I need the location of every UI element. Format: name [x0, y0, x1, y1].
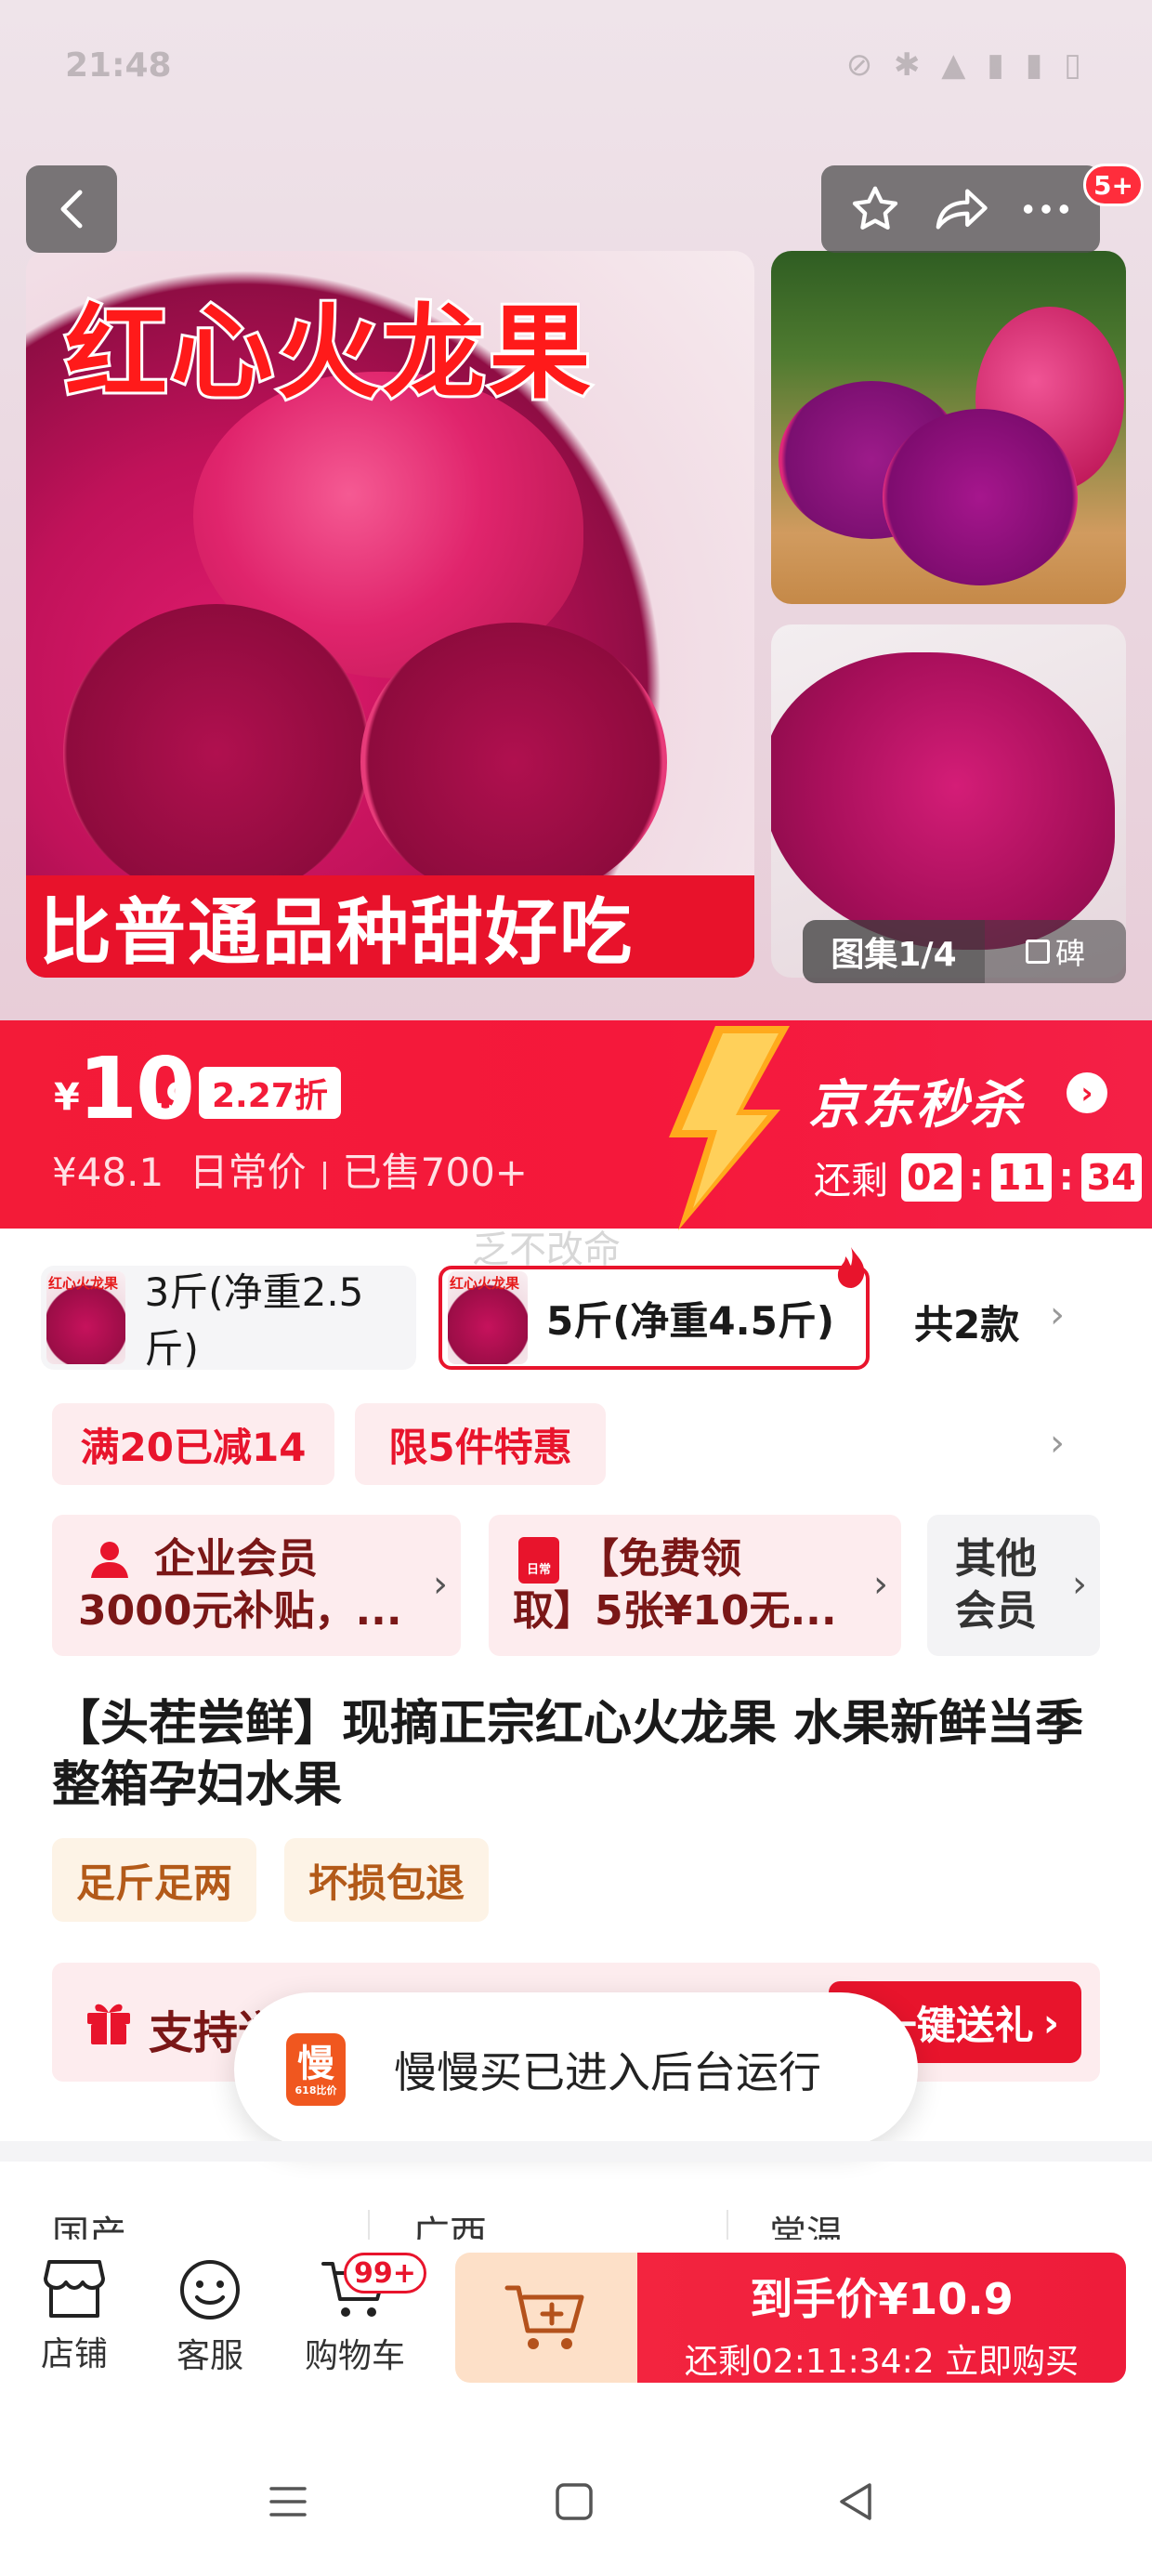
sku-option-label: 3斤(净重2.5斤): [144, 1269, 364, 1372]
logo-sub: 618比价: [295, 2084, 337, 2096]
chevron-right-icon: ›: [873, 1563, 888, 1606]
chevron-right-icon: ›: [433, 1563, 448, 1606]
product-tag[interactable]: 足斤足两: [52, 1838, 256, 1922]
card-text: 企业会员 3000元补贴，...: [78, 1533, 412, 1637]
home-square-icon[interactable]: [552, 2479, 596, 2524]
card-line-1: 【免费领: [578, 1535, 741, 1583]
card-line-2: 3000元补贴，...: [78, 1587, 402, 1635]
status-time: 21:48: [65, 46, 172, 85]
chevron-right-icon[interactable]: ›: [1050, 1422, 1065, 1465]
colon: :: [968, 1156, 984, 1199]
share-icon[interactable]: [931, 182, 990, 236]
card-text: 【免费领 取】5张¥10无...: [513, 1533, 866, 1637]
original-price-label: 日常价: [189, 1150, 307, 1195]
system-navigation-bar: [0, 2435, 1152, 2576]
original-price: ¥48.1: [52, 1150, 164, 1195]
chevron-right-icon: ›: [1072, 1563, 1087, 1606]
card-line-2: 会员: [955, 1587, 1037, 1635]
cart-label: 购物车: [304, 2337, 405, 2375]
notification-badge: 5+: [1083, 164, 1144, 206]
chevron-right-icon[interactable]: ›: [1050, 1294, 1065, 1336]
sku-count[interactable]: 共2款: [914, 1294, 1019, 1350]
cart-count-badge: 99+: [344, 2253, 426, 2293]
sold-count: 已售700+: [342, 1150, 528, 1195]
countdown-label: 还剩: [814, 1160, 888, 1203]
flame-icon: [837, 1247, 865, 1288]
gallery-extra-button[interactable]: 碑: [985, 920, 1126, 983]
buy-countdown-text: 还剩02:11:34:2 立即购买: [684, 2343, 1080, 2381]
seckill-countdown: 还剩 02 : 11 : 34: [814, 1150, 1142, 1204]
buy-now-button[interactable]: 到手价¥10.9 还剩02:11:34:2 立即购买: [637, 2253, 1126, 2383]
countdown-seconds: 34: [1080, 1153, 1142, 1202]
menu-icon[interactable]: [266, 2479, 310, 2524]
background-run-toast: 慢 618比价 慢慢买已进入后台运行: [234, 1992, 918, 2147]
store-label: 店铺: [40, 2335, 108, 2373]
discount-badge: 2.27折: [199, 1067, 341, 1119]
smiley-icon: [180, 2260, 240, 2320]
promo-tag-discount[interactable]: 满20已减14: [52, 1403, 334, 1485]
card-line-2: 取】5张¥10无...: [513, 1587, 837, 1635]
image-caption-text: 比普通品种甜好吃: [26, 875, 754, 978]
add-to-cart-button[interactable]: [455, 2253, 637, 2383]
countdown-minutes: 11: [990, 1153, 1052, 1202]
logo-char: 慢: [297, 2043, 334, 2085]
back-button[interactable]: [26, 165, 117, 253]
main-product-image[interactable]: 红心火龙果 比普通品种甜好吃: [26, 251, 754, 978]
product-tag[interactable]: 坏损包退: [284, 1838, 489, 1922]
add-cart-icon: [504, 2285, 584, 2349]
seckill-title[interactable]: 京东秒杀: [808, 1063, 1024, 1138]
gallery-thumb-1[interactable]: [771, 251, 1126, 604]
chevron-left-icon: [60, 190, 83, 229]
toast-message: 慢慢买已进入后台运行: [394, 2047, 821, 2097]
other-member-card[interactable]: 其他 会员 ›: [927, 1515, 1100, 1656]
card-line-1: 企业会员: [154, 1535, 318, 1583]
fruit-half-right: [360, 623, 667, 901]
checkbox-icon: [1025, 940, 1050, 964]
sku-option-1[interactable]: 红心火龙果 3斤(净重2.5斤): [41, 1266, 416, 1372]
gift-icon: [87, 2004, 130, 2044]
top-action-pill: [821, 165, 1100, 253]
section-divider: [0, 2141, 1152, 2162]
thumb-fruit-c: [883, 409, 1078, 585]
more-icon[interactable]: [1019, 182, 1073, 236]
store-icon: [44, 2260, 105, 2318]
card-text: 其他 会员: [955, 1533, 1057, 1637]
product-title: 【头茬尝鲜】现摘正宗红心火龙果 水果新鲜当季整箱孕妇水果: [52, 1696, 1084, 1813]
gallery-counter[interactable]: 图集1/4: [803, 920, 985, 983]
image-title-text: 红心火龙果: [62, 291, 595, 415]
lightning-icon: [669, 1026, 790, 1230]
gallery-extra-label: 碑: [1054, 936, 1085, 971]
star-icon[interactable]: [848, 182, 902, 236]
price-currency: ¥: [54, 1076, 80, 1119]
back-triangle-icon[interactable]: [834, 2479, 879, 2524]
colon: :: [1058, 1156, 1074, 1199]
sku-thumbnail: 红心火龙果: [46, 1271, 126, 1364]
enterprise-member-card[interactable]: 企业会员 3000元补贴，... ›: [52, 1515, 461, 1656]
chevron-right-icon[interactable]: ›: [1067, 1072, 1107, 1113]
price-banner: ¥ 10 .9 2.27折 ¥48.1 日常价 已售700+ 京东秒杀 › 还剩 …: [0, 1020, 1152, 1230]
thumb-fruit-cut: [771, 652, 1115, 950]
fruit-half-left: [63, 604, 370, 901]
card-line-1: 其他: [955, 1535, 1037, 1583]
manmanmai-logo-icon: 慢 618比价: [286, 2033, 346, 2106]
status-icons: ⊘ ✱ ▲ ▮ ▮ ▯: [845, 46, 1087, 84]
sku-thumb-text: 红心火龙果: [48, 1275, 119, 1292]
divider: [322, 1161, 326, 1189]
sku-thumbnail: 红心火龙果: [448, 1271, 528, 1364]
sku-option-label: 5斤(净重4.5斤): [546, 1297, 835, 1344]
customer-service-button[interactable]: 客服: [154, 2258, 266, 2377]
store-button[interactable]: 店铺: [19, 2258, 130, 2375]
status-bar: 21:48 ⊘ ✱ ▲ ▮ ▮ ▯: [0, 37, 1152, 102]
service-label: 客服: [176, 2337, 243, 2375]
sku-option-2-selected[interactable]: 红心火龙果 5斤(净重4.5斤): [439, 1266, 870, 1370]
promo-tag-limit[interactable]: 限5件特惠: [355, 1403, 606, 1485]
countdown-hours: 02: [901, 1153, 962, 1202]
price-subline: ¥48.1 日常价 已售700+: [52, 1141, 528, 1198]
sku-thumb-text: 红心火龙果: [450, 1275, 520, 1292]
price-decimal: .9: [151, 1074, 193, 1120]
free-coupon-card[interactable]: 日常 【免费领 取】5张¥10无... ›: [489, 1515, 901, 1656]
final-price-text: 到手价¥10.9: [750, 2274, 1014, 2324]
chevron-right-icon: ›: [1042, 1999, 1059, 2045]
